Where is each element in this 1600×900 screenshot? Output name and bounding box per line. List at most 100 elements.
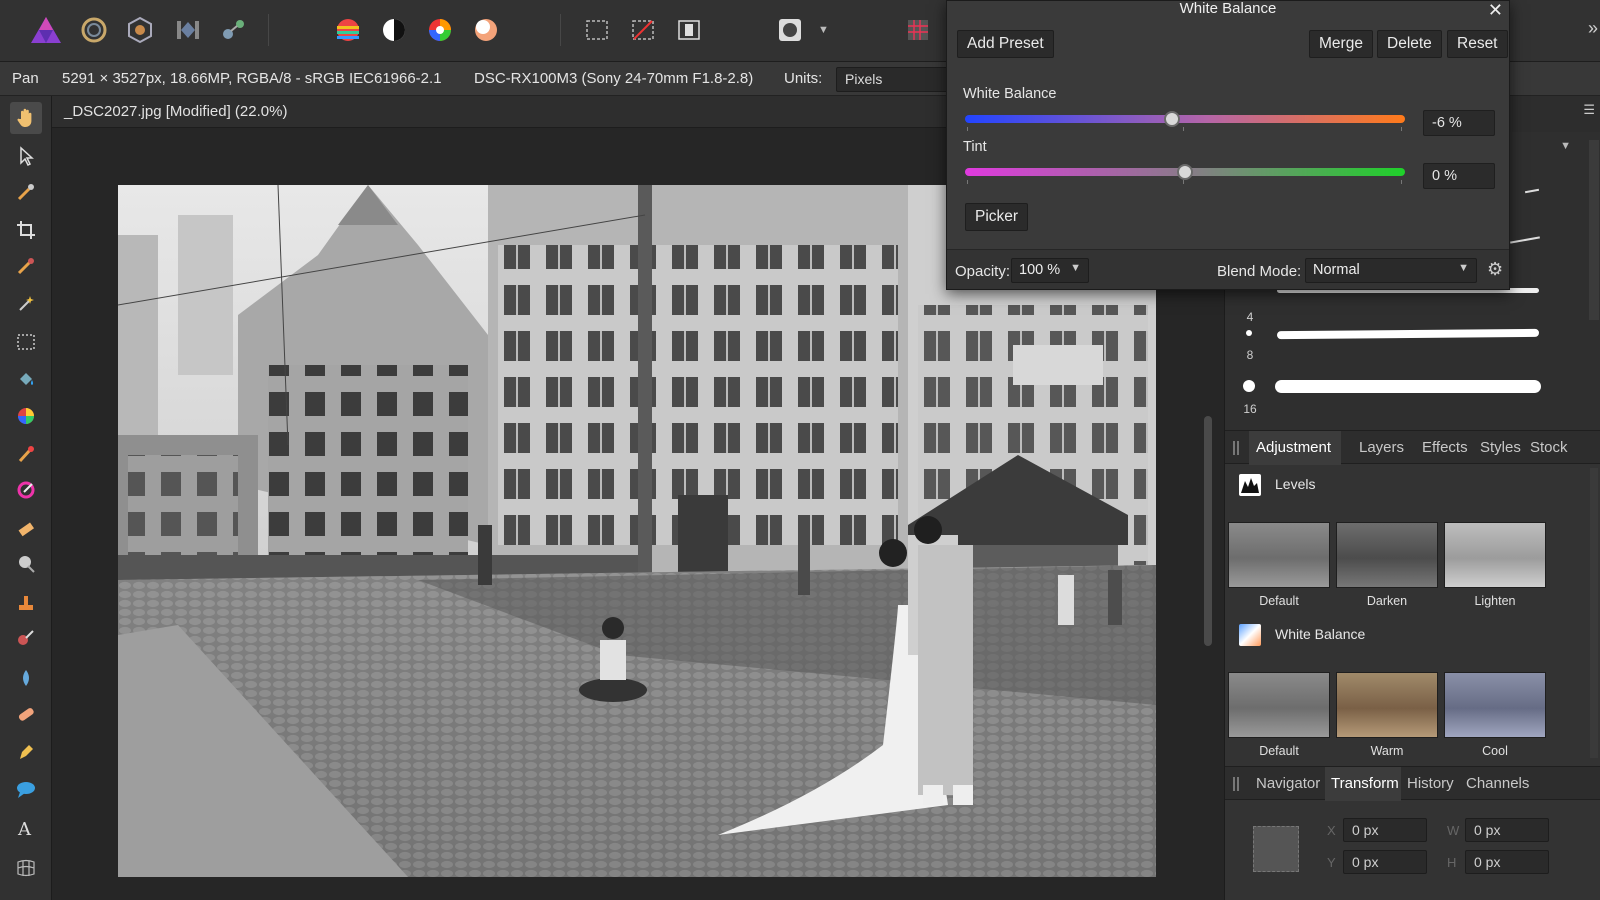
wb-preset-warm-thumb[interactable] — [1336, 672, 1438, 738]
flood-fill-tool-icon[interactable] — [10, 364, 42, 396]
crop-tool-icon[interactable] — [10, 214, 42, 246]
export-persona-icon[interactable] — [216, 12, 252, 48]
adjustment-scrollbar[interactable] — [1590, 468, 1598, 758]
dialog-footer: Opacity: 100 % ▼ Blend Mode: Normal ▼ ⚙ — [947, 249, 1509, 289]
canvas-scrollbar[interactable] — [1204, 416, 1212, 646]
transform-anchor-icon[interactable] — [1253, 826, 1299, 872]
h-field[interactable]: 0 px — [1465, 850, 1549, 874]
healing-brush-tool-icon[interactable] — [10, 698, 42, 730]
units-value: Pixels — [845, 71, 883, 87]
tab-adjustment[interactable]: Adjustment — [1256, 439, 1331, 456]
color-picker-tool-icon[interactable] — [10, 176, 42, 208]
toolbar-overflow-icon[interactable]: » — [1588, 18, 1598, 39]
levels-preset-darken-thumb[interactable] — [1336, 522, 1438, 588]
close-icon[interactable]: ✕ — [1488, 0, 1503, 21]
clone-brush-tool-icon[interactable] — [10, 586, 42, 618]
wb-preset-cool-thumb[interactable] — [1444, 672, 1546, 738]
panel-grip-icon[interactable] — [1233, 441, 1239, 455]
w-field[interactable]: 0 px — [1465, 818, 1549, 842]
levels-icon — [1239, 474, 1261, 496]
brush-category-chevron-icon[interactable]: ▼ — [1560, 140, 1571, 152]
smudge-tool-icon[interactable] — [10, 622, 42, 654]
tab-navigator[interactable]: Navigator — [1256, 775, 1320, 792]
transform-tabs: Navigator Transform History Channels — [1225, 766, 1600, 801]
dodge-burn-tool-icon[interactable] — [10, 548, 42, 580]
marquee-selection-icon[interactable] — [579, 12, 615, 48]
tab-styles[interactable]: Styles — [1480, 439, 1521, 456]
panel-menu-icon[interactable]: ☰ — [1583, 102, 1595, 118]
erase-brush-tool-icon[interactable] — [10, 512, 42, 544]
paint-brush-tool-icon[interactable] — [10, 438, 42, 470]
blend-mode-value: Normal — [1313, 262, 1360, 278]
tint-value-field[interactable]: 0 % — [1423, 163, 1495, 189]
tab-effects[interactable]: Effects — [1422, 439, 1468, 456]
white-balance-slider-knob[interactable] — [1163, 111, 1180, 127]
brush-stroke-preview — [1524, 188, 1540, 194]
brush-size-label: 16 — [1243, 402, 1257, 416]
white-balance-value-field[interactable]: -6 % — [1423, 110, 1495, 136]
levels-preset-default-thumb[interactable] — [1228, 522, 1330, 588]
invert-selection-icon[interactable] — [671, 12, 707, 48]
tab-channels[interactable]: Channels — [1466, 775, 1529, 792]
adjustment-levels-header[interactable]: Levels — [1225, 466, 1600, 506]
adjustment-white-balance-header[interactable]: White Balance — [1225, 616, 1600, 656]
view-tool-hand-icon[interactable] — [10, 102, 42, 134]
x-field[interactable]: 0 px — [1343, 818, 1427, 842]
tool-name: Pan — [12, 70, 39, 87]
white-balance-label: White Balance — [963, 86, 1057, 102]
deselect-icon[interactable] — [625, 12, 661, 48]
opacity-select[interactable]: 100 % ▼ — [1011, 258, 1089, 283]
camera-info: DSC-RX100M3 (Sony 24-70mm F1.8-2.8) — [474, 70, 754, 87]
image-info: 5291 × 3527px, 18.66MP, RGBA/8 - sRGB IE… — [62, 70, 442, 87]
panel-grip-icon[interactable] — [1233, 777, 1239, 791]
rectangular-marquee-tool-icon[interactable] — [10, 326, 42, 358]
wb-preset-default-thumb[interactable] — [1228, 672, 1330, 738]
tab-history[interactable]: History — [1407, 775, 1454, 792]
y-label: Y — [1327, 855, 1336, 870]
text-tool-icon[interactable]: A — [10, 812, 42, 844]
mesh-warp-tool-icon[interactable] — [10, 852, 42, 884]
pen-tool-icon[interactable] — [10, 736, 42, 768]
auto-white-balance-icon[interactable] — [468, 12, 504, 48]
tint-slider-knob[interactable] — [1177, 164, 1193, 180]
selection-brush-tool-icon[interactable] — [10, 250, 42, 282]
tab-layers[interactable]: Layers — [1359, 439, 1404, 456]
white-balance-slider[interactable] — [965, 115, 1405, 123]
tab-transform[interactable]: Transform — [1331, 775, 1399, 792]
delete-button[interactable]: Delete — [1377, 30, 1442, 58]
levels-preset-lighten-thumb[interactable] — [1444, 522, 1546, 588]
develop-persona-icon[interactable] — [122, 12, 158, 48]
blend-mode-select[interactable]: Normal ▼ — [1305, 258, 1477, 283]
auto-contrast-icon[interactable] — [376, 12, 412, 48]
tab-stock[interactable]: Stock — [1530, 439, 1568, 456]
brush-item[interactable]: 16 — [1225, 370, 1585, 416]
merge-button[interactable]: Merge — [1309, 30, 1373, 58]
brushes-scrollbar[interactable] — [1589, 140, 1599, 320]
chevron-down-icon: ▼ — [1458, 262, 1469, 274]
liquify-persona-icon[interactable] — [76, 12, 112, 48]
gradient-tool-icon[interactable] — [10, 400, 42, 432]
picker-button[interactable]: Picker — [965, 203, 1029, 231]
gear-icon[interactable]: ⚙ — [1487, 259, 1503, 280]
brush-item[interactable]: 4 8 — [1225, 310, 1585, 364]
speech-bubble-shape-tool-icon[interactable] — [10, 774, 42, 806]
opacity-value: 100 % — [1019, 262, 1061, 278]
white-balance-title: White Balance — [1275, 626, 1366, 642]
reset-button[interactable]: Reset — [1447, 30, 1508, 58]
flood-select-tool-icon[interactable] — [10, 288, 42, 320]
snapping-grid-icon[interactable] — [900, 12, 936, 48]
y-field[interactable]: 0 px — [1343, 850, 1427, 874]
quick-mask-icon[interactable] — [772, 12, 808, 48]
add-preset-button[interactable]: Add Preset — [957, 30, 1054, 58]
quick-mask-dropdown-icon[interactable]: ▼ — [818, 24, 829, 36]
color-replacement-tool-icon[interactable] — [10, 474, 42, 506]
x-label: X — [1327, 823, 1336, 838]
tools-panel: A — [0, 96, 52, 900]
preset-label: Lighten — [1474, 594, 1516, 608]
move-tool-icon[interactable] — [10, 140, 42, 172]
blur-brush-tool-icon[interactable] — [10, 662, 42, 694]
affinity-photo-logo-icon[interactable] — [28, 12, 64, 48]
tone-mapping-persona-icon[interactable] — [170, 12, 206, 48]
auto-levels-icon[interactable] — [330, 12, 366, 48]
auto-colors-icon[interactable] — [422, 12, 458, 48]
